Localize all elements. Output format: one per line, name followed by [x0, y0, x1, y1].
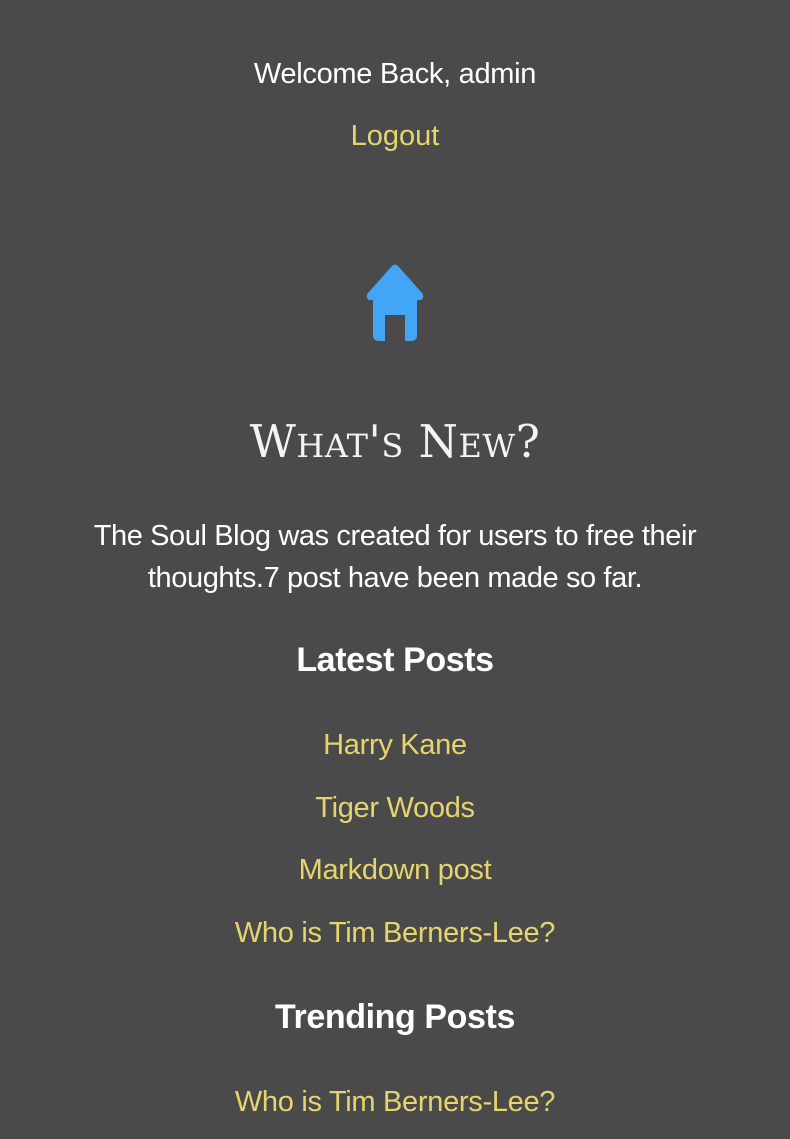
latest-post-item: Markdown post [0, 852, 790, 888]
latest-post-link-tiger-woods[interactable]: Tiger Woods [315, 792, 475, 824]
welcome-message: Welcome Back, admin [253, 58, 537, 90]
latest-post-link-tim-berners-lee[interactable]: Who is Tim Berners-Lee? [235, 917, 556, 949]
logout-container: Logout [0, 118, 790, 154]
latest-post-link-markdown-post[interactable]: Markdown post [299, 854, 492, 886]
latest-post-item: Harry Kane [0, 727, 790, 763]
trending-posts-heading: Trending Posts [275, 998, 515, 1036]
latest-posts-heading: Latest Posts [296, 641, 494, 679]
logout-link[interactable]: Logout [351, 120, 440, 152]
home-icon [366, 264, 424, 341]
latest-post-item: Who is Tim Berners-Lee? [0, 915, 790, 951]
trending-post-item: Who is Tim Berners-Lee? [0, 1084, 790, 1120]
home-link[interactable] [0, 262, 790, 346]
intro-text: The Soul Blog was created for users to f… [93, 520, 697, 594]
latest-post-item: Tiger Woods [0, 790, 790, 826]
trending-post-link-tim-berners-lee[interactable]: Who is Tim Berners-Lee? [235, 1086, 556, 1118]
latest-post-link-harry-kane[interactable]: Harry Kane [323, 729, 467, 761]
page-title: What's New? [249, 415, 541, 468]
